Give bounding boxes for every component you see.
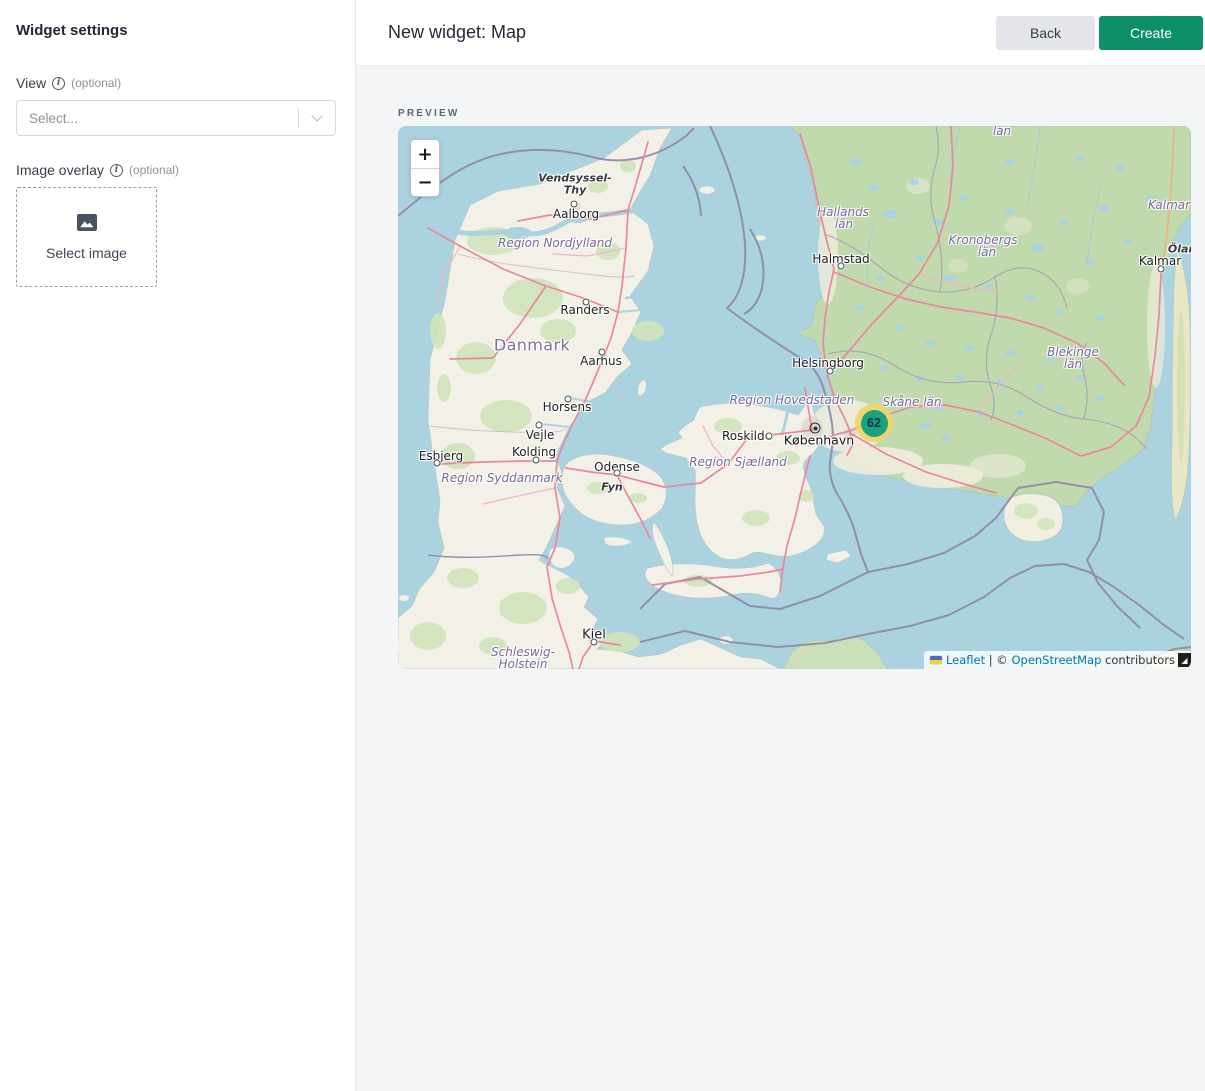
attribution-contributors: contributors [1101, 653, 1175, 667]
capital-marker [810, 423, 821, 434]
map-label: Esbjerg [419, 449, 464, 463]
city-dot [536, 422, 543, 429]
map-label: Roskilde [722, 429, 772, 443]
info-icon[interactable] [110, 164, 123, 177]
city-dot [766, 433, 773, 440]
map-label: län [993, 126, 1011, 138]
osm-link[interactable]: OpenStreetMap [1011, 653, 1101, 667]
marker-cluster[interactable]: 62 [855, 404, 893, 442]
map-label: Danmark [494, 336, 570, 355]
image-icon [77, 214, 97, 236]
info-icon[interactable] [52, 77, 65, 90]
map-label: län [1064, 357, 1082, 371]
map-label: Region Nordjylland [498, 236, 612, 250]
map-label: Schleswig- [491, 645, 555, 659]
map-label: Region Sjælland [689, 455, 787, 469]
city-dot [565, 396, 572, 403]
view-select[interactable]: Select... [16, 100, 336, 136]
city-dot [571, 201, 578, 208]
map-label: Aalborg [553, 207, 599, 221]
create-button[interactable]: Create [1099, 16, 1203, 50]
page-header: New widget: Map Back Create [356, 0, 1205, 66]
content-area: PREVIEW [356, 66, 1205, 669]
chevron-down-icon[interactable] [299, 116, 335, 120]
sidebar-title: Widget settings [16, 22, 339, 39]
image-overlay-optional-hint: (optional) [129, 163, 179, 177]
map-label: län [835, 217, 853, 231]
page-title: New widget: Map [388, 22, 526, 43]
preview-label: PREVIEW [398, 108, 1205, 119]
attribution-separator: | © [985, 653, 1011, 667]
map-label: Kronobergs [949, 233, 1018, 247]
map-label: län [978, 245, 996, 259]
map-label: København [784, 433, 854, 448]
select-image-button[interactable]: Select image [16, 187, 157, 287]
image-overlay-label: Image overlay [16, 162, 104, 178]
zoom-in-button[interactable]: + [411, 140, 439, 168]
city-dot [614, 470, 621, 477]
map-label: Fyn [601, 481, 623, 494]
resize-corner-icon[interactable] [1178, 653, 1191, 667]
map-label: Blekinge [1047, 345, 1099, 359]
map-label: Öland [1168, 243, 1191, 256]
map-label: Skåne län [882, 395, 941, 409]
map-label-layer: län Vendsyssel-Thy Aalborg Region Nordjylla… [398, 126, 1191, 669]
sidebar: Widget settings View (optional) Select..… [0, 0, 356, 1091]
map-label: Region Syddanmark [441, 471, 562, 485]
map-attribution: Leaflet | © OpenStreetMap contributors [924, 651, 1191, 669]
map-label: Thy [564, 184, 587, 197]
map-label: Region Hovedstaden [730, 393, 855, 407]
map-label: Kalmar [1148, 198, 1190, 212]
view-field-label: View [16, 75, 46, 91]
map-label: Vejle [526, 428, 555, 442]
view-select-placeholder: Select... [17, 111, 298, 126]
city-dot [434, 460, 441, 467]
ukraine-flag-icon [930, 656, 942, 664]
image-overlay-field: Image overlay (optional) Select image [16, 162, 339, 287]
leaflet-link[interactable]: Leaflet [946, 653, 985, 667]
city-dot [591, 639, 598, 646]
city-dot [533, 457, 540, 464]
view-field: View (optional) Select... [16, 75, 339, 136]
cluster-count: 62 [861, 410, 888, 437]
map-label: Hallands [817, 205, 869, 219]
city-dot [599, 349, 606, 356]
city-dot [1158, 266, 1165, 273]
city-dot [827, 368, 834, 375]
select-image-label: Select image [46, 245, 127, 261]
map-label: Vendsyssel- [538, 172, 612, 185]
map-preview[interactable]: län Vendsyssel-Thy Aalborg Region Nordjylla… [398, 126, 1191, 669]
back-button[interactable]: Back [996, 16, 1095, 50]
zoom-out-button[interactable]: − [411, 168, 439, 196]
main-area: New widget: Map Back Create PREVIEW [356, 0, 1205, 1091]
city-dot [583, 299, 590, 306]
view-optional-hint: (optional) [71, 76, 121, 90]
map-label: Holstein [499, 657, 548, 669]
zoom-control: + − [410, 139, 440, 197]
map-label: Aarhus [580, 354, 622, 368]
city-dot [838, 263, 845, 270]
